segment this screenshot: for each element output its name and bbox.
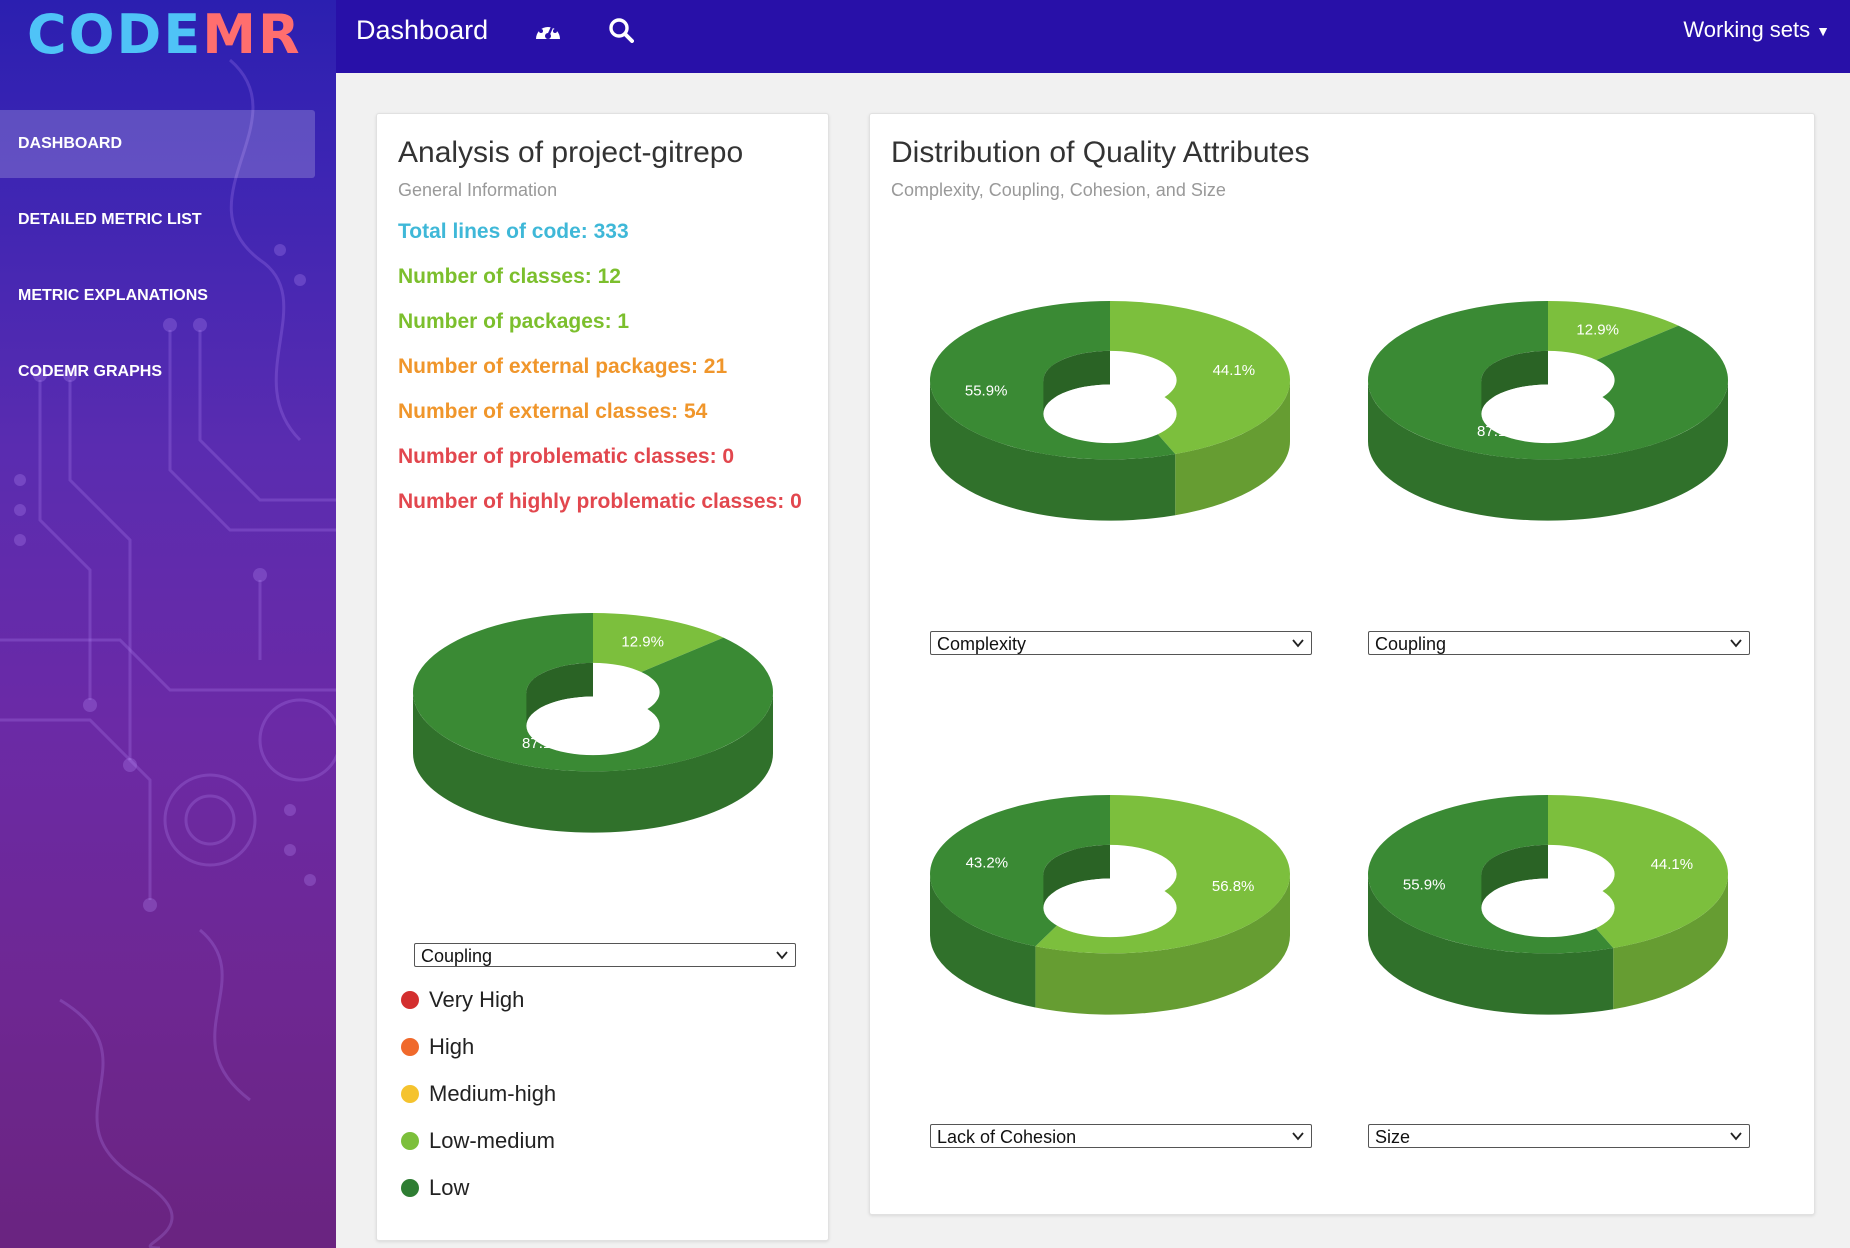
legend-label: High <box>429 1034 475 1059</box>
donut-chart-size: 44.1% 55.9% <box>1367 791 1729 1109</box>
codemr-logo[interactable]: CODEMR <box>27 2 302 68</box>
chevron-down-icon <box>776 951 788 960</box>
legend-dot-low <box>401 1179 419 1197</box>
size-select-value: Size <box>1375 1127 1411 1147</box>
chevron-down-icon <box>1292 1132 1304 1141</box>
coupling-select-value: Coupling <box>1375 634 1447 654</box>
legend-label: Medium-high <box>429 1081 557 1106</box>
legend-medium-high: Medium-high <box>401 1082 556 1106</box>
donut-hole <box>1043 384 1177 444</box>
sidebar-item-detailed-metric-list[interactable]: DETAILED METRIC LIST <box>0 186 315 254</box>
donut-percent-label: 55.9% <box>1403 876 1446 893</box>
sidebar-item-codemr-graphs[interactable]: CODEMR GRAPHS <box>0 338 315 406</box>
complexity-select[interactable]: Complexity <box>930 631 1312 655</box>
legend-very-high: Very High <box>401 988 524 1012</box>
caret-down-icon: ▼ <box>1816 23 1830 40</box>
analysis-title: Analysis of project-gitrepo <box>398 136 744 169</box>
donut-percent-label: 87.1% <box>522 735 565 752</box>
stat-external-classes: Number of external classes: 54 <box>398 400 708 423</box>
distribution-card: Distribution of Quality Attributes Compl… <box>869 113 1815 1215</box>
sidebar: CODEMR DASHBOARD DETAILED METRIC LIST ME… <box>0 0 336 1248</box>
donut-percent-label: 56.8% <box>1212 878 1255 895</box>
analysis-subtitle: General Information <box>398 180 558 200</box>
analysis-card: Analysis of project-gitrepo General Info… <box>376 113 829 1241</box>
stat-total-lines: Total lines of code: 333 <box>398 220 629 243</box>
logo-text-mr: MR <box>202 3 302 66</box>
page-title[interactable]: Dashboard <box>356 0 488 60</box>
donut-percent-label: 12.9% <box>621 633 664 650</box>
donut-chart-lack-of-cohesion: 56.8% 43.2% <box>929 791 1291 1109</box>
legend-dot-medium-high <box>401 1085 419 1103</box>
stat-classes: Number of classes: 12 <box>398 265 621 288</box>
chevron-down-icon <box>1730 639 1742 648</box>
complexity-select-value: Complexity <box>937 634 1027 654</box>
summary-metric-select-value: Coupling <box>421 946 493 966</box>
top-bar: Dashboard Working sets ▼ <box>336 0 1850 73</box>
coupling-select[interactable]: Coupling <box>1368 631 1750 655</box>
lack-of-cohesion-select[interactable]: Lack of Cohesion <box>930 1124 1312 1148</box>
legend-dot-low-medium <box>401 1132 419 1150</box>
donut-percent-label: 43.2% <box>966 854 1009 871</box>
chevron-down-icon <box>1292 639 1304 648</box>
legend-high: High <box>401 1035 474 1059</box>
logo-text-code: CODE <box>27 3 203 66</box>
legend-label: Low <box>429 1175 470 1200</box>
donut-percent-label: 12.9% <box>1576 321 1619 338</box>
legend-label: Low-medium <box>429 1128 555 1153</box>
donut-hole <box>1043 878 1177 938</box>
donut-percent-label: 55.9% <box>965 382 1008 399</box>
stat-problematic-classes: Number of problematic classes: 0 <box>398 445 735 468</box>
lack-of-cohesion-select-value: Lack of Cohesion <box>937 1127 1077 1147</box>
stat-external-packages: Number of external packages: 21 <box>398 355 728 378</box>
donut-percent-label: 87.1% <box>1477 423 1520 440</box>
donut-chart-coupling-summary: 12.9% 87.1% <box>412 609 774 927</box>
dashboard-gauge-icon[interactable] <box>534 17 562 43</box>
size-select[interactable]: Size <box>1368 1124 1750 1148</box>
working-sets-dropdown[interactable]: Working sets ▼ <box>1683 0 1830 61</box>
donut-hole <box>1481 878 1615 938</box>
summary-metric-select[interactable]: Coupling <box>414 943 796 967</box>
legend-low: Low <box>401 1176 469 1200</box>
distribution-title: Distribution of Quality Attributes <box>891 136 1310 169</box>
donut-percent-label: 44.1% <box>1213 362 1256 379</box>
donut-chart-coupling: 12.9% 87.1% <box>1367 297 1729 615</box>
legend-label: Very High <box>429 987 525 1012</box>
legend-dot-very-high <box>401 991 419 1009</box>
donut-chart-complexity: 44.1% 55.9% <box>929 297 1291 615</box>
sidebar-item-dashboard[interactable]: DASHBOARD <box>0 110 315 178</box>
sidebar-item-metric-explanations[interactable]: METRIC EXPLANATIONS <box>0 262 315 330</box>
search-icon[interactable] <box>608 17 634 43</box>
distribution-subtitle: Complexity, Coupling, Cohesion, and Size <box>891 180 1226 200</box>
donut-percent-label: 44.1% <box>1651 856 1694 873</box>
legend-dot-high <box>401 1038 419 1056</box>
chevron-down-icon <box>1730 1132 1742 1141</box>
stat-highly-problematic-classes: Number of highly problematic classes: 0 <box>398 490 802 513</box>
stat-packages: Number of packages: 1 <box>398 310 630 333</box>
legend-low-medium: Low-medium <box>401 1129 555 1153</box>
working-sets-label: Working sets <box>1683 17 1811 42</box>
